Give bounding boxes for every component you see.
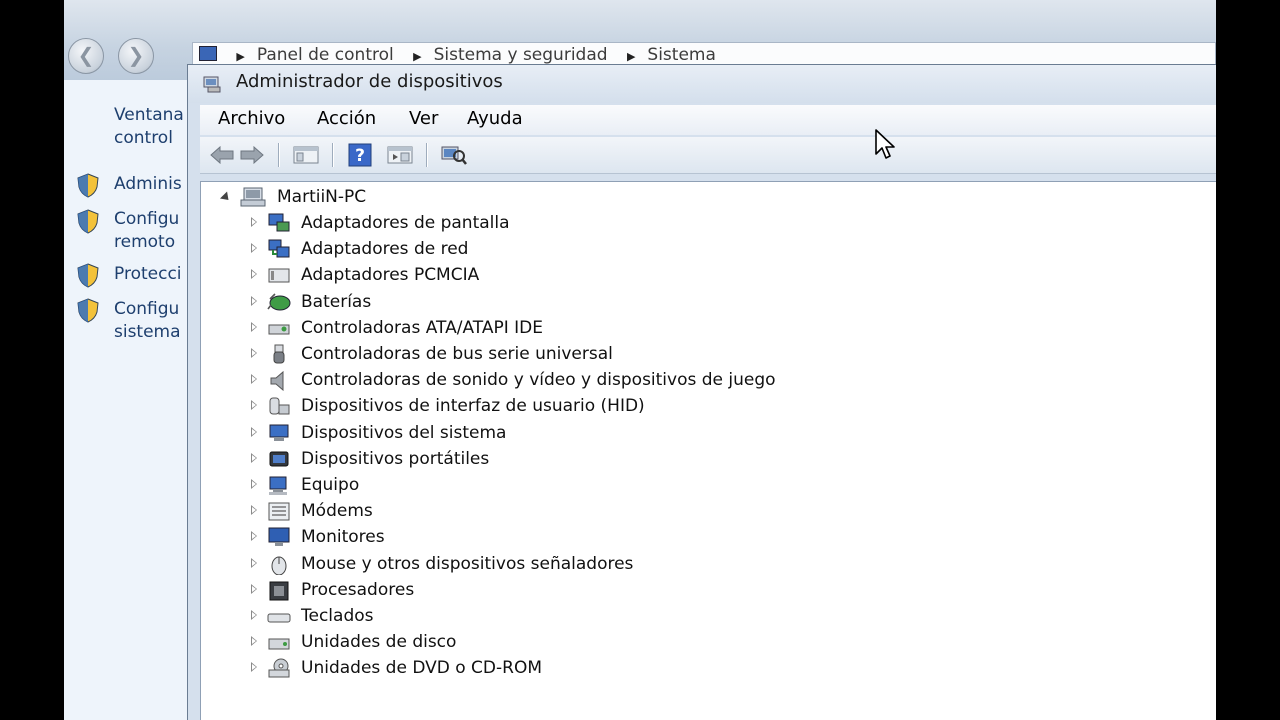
breadcrumb-separator-icon: ▶ <box>413 50 422 63</box>
device-category-label: Equipo <box>301 475 360 495</box>
control-panel-icon <box>199 46 217 61</box>
menu-bar: Archivo Acción Ver Ayuda <box>200 105 1216 135</box>
menu-ayuda[interactable]: Ayuda <box>467 108 523 129</box>
breadcrumb-separator-icon: ▶ <box>236 50 245 63</box>
expand-arrow-icon[interactable] <box>251 426 257 437</box>
device-manager-icon <box>203 76 221 93</box>
shield-icon <box>77 298 99 323</box>
root-computer-name: MartiiN-PC <box>277 187 367 207</box>
sidebar-link-advanced-settings[interactable]: Configu sistema <box>114 298 181 344</box>
scan-hardware-icon[interactable] <box>440 143 468 167</box>
menu-ver[interactable]: Ver <box>409 108 438 129</box>
help-icon[interactable]: ? <box>346 143 374 167</box>
device-category-label: Mouse y otros dispositivos señaladores <box>301 553 634 574</box>
expand-arrow-icon[interactable] <box>251 662 257 673</box>
hid-icon <box>269 397 290 415</box>
shield-icon <box>77 263 99 288</box>
device-category-label: Unidades de disco <box>301 632 457 653</box>
expand-arrow-icon[interactable] <box>251 217 257 227</box>
display-adapter-icon <box>268 213 290 232</box>
window-title: Administrador de dispositivos <box>236 71 503 92</box>
device-category-label: Adaptadores de red <box>301 239 469 260</box>
sidebar-link-remote-settings[interactable]: Configu remoto <box>114 208 179 254</box>
speaker-icon <box>270 371 284 392</box>
disk-drive-icon <box>268 638 290 650</box>
shield-icon <box>77 173 99 198</box>
breadcrumb-system[interactable]: Sistema <box>647 45 715 65</box>
ide-controller-icon <box>268 324 290 335</box>
device-category-label: Unidades de DVD o CD-ROM <box>301 658 542 679</box>
expand-arrow-icon[interactable] <box>251 243 257 254</box>
system-device-icon <box>269 424 289 441</box>
menu-archivo[interactable]: Archivo <box>218 108 285 129</box>
device-category-label: Módems <box>301 501 373 522</box>
expand-arrow-icon[interactable] <box>251 479 257 489</box>
device-manager-titlebar[interactable]: Administrador de dispositivos <box>188 65 1216 103</box>
forward-button[interactable]: ❯ <box>118 38 154 74</box>
breadcrumb-system-security[interactable]: Sistema y seguridad <box>434 45 608 65</box>
expand-arrow-icon[interactable] <box>251 295 257 306</box>
usb-icon <box>273 344 285 364</box>
shield-icon <box>77 209 99 234</box>
expand-arrow-icon[interactable] <box>251 610 257 620</box>
dvd-drive-icon <box>268 658 290 678</box>
portable-device-icon <box>269 451 289 467</box>
monitor-icon <box>268 527 290 547</box>
processor-icon <box>269 581 289 601</box>
breadcrumb-control-panel[interactable]: Panel de control <box>257 45 394 65</box>
expand-arrow-icon[interactable] <box>251 557 257 568</box>
menu-accion[interactable]: Acción <box>317 108 376 129</box>
sidebar-link-home[interactable]: Ventana control <box>114 104 184 150</box>
expand-arrow-icon[interactable] <box>251 374 257 385</box>
expand-arrow-icon[interactable] <box>251 636 257 647</box>
device-category-label: Procesadores <box>301 579 415 600</box>
device-category-label: Adaptadores PCMCIA <box>301 265 480 286</box>
battery-icon <box>267 293 291 311</box>
keyboard-icon <box>267 613 291 623</box>
computer-root-icon <box>240 187 266 207</box>
show-hide-tree-icon[interactable] <box>292 143 320 167</box>
mouse-icon <box>271 556 287 575</box>
device-category-label: Controladoras de sonido y vídeo y dispos… <box>301 370 776 391</box>
expand-arrow-icon[interactable] <box>251 505 257 516</box>
expand-arrow-icon[interactable] <box>251 400 257 411</box>
device-category-label: Dispositivos de interfaz de usuario (HID… <box>301 396 645 417</box>
expand-arrow-icon[interactable] <box>251 531 257 542</box>
desktop-screen: ❮ ❯ ▶ Panel de control ▶ Sistema y segurid… <box>64 0 1216 720</box>
properties-icon[interactable] <box>386 143 414 167</box>
forward-arrow-icon[interactable] <box>238 143 266 167</box>
breadcrumb-separator-icon: ▶ <box>626 50 636 63</box>
network-adapter-icon <box>268 239 290 258</box>
device-category-label: Teclados <box>301 606 374 626</box>
sidebar-link-system-protection[interactable]: Protecci <box>114 263 182 286</box>
collapse-arrow-icon[interactable] <box>219 191 233 204</box>
device-tree: MartiiN-PC Adaptadores de pantalla Adapta… <box>200 181 1216 720</box>
back-button[interactable]: ❮ <box>68 38 104 74</box>
device-category-label: Dispositivos del sistema <box>301 422 507 443</box>
mouse-cursor-icon <box>875 129 895 159</box>
svg-text:?: ? <box>355 146 365 166</box>
device-category-label: Dispositivos portátiles <box>301 448 490 469</box>
device-category-label: Controladoras ATA/ATAPI IDE <box>301 317 543 338</box>
pcmcia-icon <box>268 268 290 283</box>
toolbar: ? <box>200 137 1216 174</box>
back-arrow-icon[interactable] <box>208 143 236 167</box>
device-manager-window: Administrador de dispositivos Archivo Ac… <box>187 64 1216 720</box>
computer-icon <box>269 476 287 495</box>
expand-arrow-icon[interactable] <box>251 583 257 594</box>
device-category-label: Controladoras de bus serie universal <box>301 344 613 364</box>
control-panel-sidebar: Ventana control Adminis Configu remoto P… <box>64 80 194 720</box>
device-category-label: Monitores <box>301 527 385 548</box>
expand-arrow-icon[interactable] <box>251 348 257 358</box>
expand-arrow-icon[interactable] <box>251 321 257 332</box>
device-category-label: Adaptadores de pantalla <box>301 213 510 233</box>
modem-icon <box>268 502 290 521</box>
expand-arrow-icon[interactable] <box>251 452 257 463</box>
sidebar-link-device-manager[interactable]: Adminis <box>114 173 182 196</box>
expand-arrow-icon[interactable] <box>251 269 257 280</box>
device-category-label: Baterías <box>301 291 372 312</box>
